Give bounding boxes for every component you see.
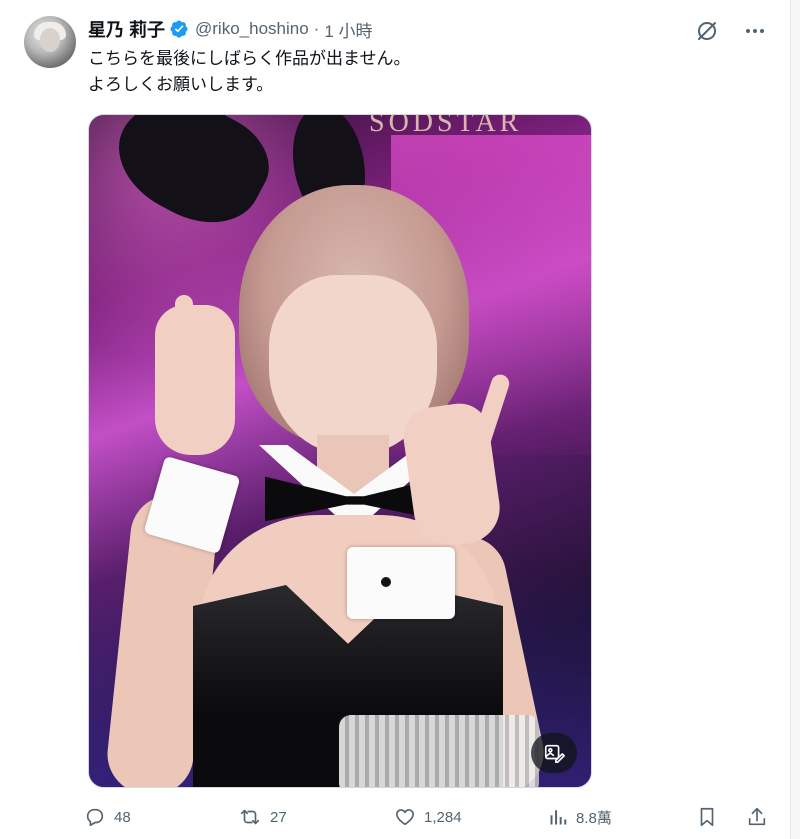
avatar-face [40,28,60,52]
share-button[interactable] [746,806,768,828]
views-count: 8.8萬 [576,809,612,827]
tweet-photo[interactable]: SODSTAR [88,114,592,788]
reply-button[interactable]: 48 [84,806,131,828]
header-icons [694,18,768,44]
bookmark-button[interactable] [696,806,718,828]
share-icon [746,806,768,828]
tweet-text-line: よろしくお願いします。 [88,75,274,94]
photo-hand-left [155,305,235,455]
tweet-text-line: こちらを最後にしばらく作品が出ません。 [88,49,411,68]
heart-icon [394,806,416,828]
photo-brand-logo: SODSTAR [369,114,523,138]
grok-icon[interactable] [694,18,720,44]
tweet-text: こちらを最後にしばらく作品が出ません。 よろしくお願いします。 [88,46,411,98]
avatar[interactable] [24,16,76,68]
display-name[interactable]: 星乃 莉子 [88,16,165,42]
like-button[interactable]: 1,284 [394,806,462,828]
separator: · [313,19,320,38]
handle[interactable]: @riko_hoshino [195,19,309,39]
action-bar: 48 27 1,284 8.8萬 [84,802,768,832]
views-chart-icon [548,807,568,827]
more-options-icon[interactable] [742,18,768,44]
tweet-header: 星乃 莉子 @riko_hoshino · 1 小時 [88,17,373,41]
tweet-card[interactable]: 星乃 莉子 @riko_hoshino · 1 小時 こちらを最後にしばらく作品… [0,0,791,839]
photo-cuff-right [347,547,455,619]
bookmark-icon [696,806,718,828]
like-count: 1,284 [424,808,462,826]
photo-cuff-button [381,577,391,587]
photo-basket [339,715,539,787]
retweet-button[interactable]: 27 [238,806,287,828]
image-edit-icon[interactable] [531,733,577,773]
retweet-icon [238,806,262,828]
reply-icon [84,806,106,828]
verified-badge-icon [169,19,189,39]
retweet-count: 27 [270,808,287,826]
timestamp[interactable]: 1 小時 [324,17,372,42]
views-button[interactable]: 8.8萬 [548,807,612,828]
reply-count: 48 [114,808,131,826]
